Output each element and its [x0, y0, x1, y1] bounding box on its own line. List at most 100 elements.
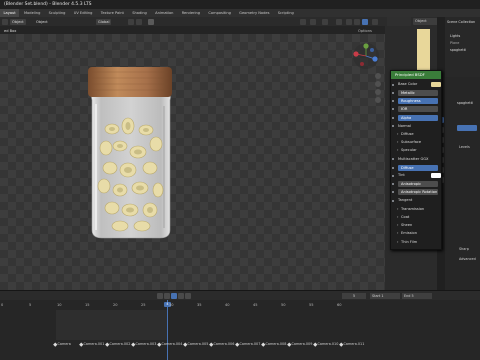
chevron-right-icon: › [397, 148, 399, 153]
shader-row-tangent-14[interactable]: Tangent [392, 197, 441, 204]
shader-row-transmission-15[interactable]: › Transmission [395, 206, 441, 213]
tab-animation[interactable]: Animation [152, 9, 177, 17]
shader-row-normal-5[interactable]: Normal [392, 123, 441, 130]
timeline-marker[interactable]: Camera.008 [262, 342, 287, 346]
next-keyframe-icon[interactable] [178, 293, 184, 299]
socket-icon [392, 174, 394, 177]
shader-row-diffuse-6[interactable]: › Diffuse [395, 131, 441, 138]
timeline-marker[interactable]: Camera.007 [236, 342, 261, 346]
shader-row-alpha-4[interactable]: Alpha [392, 114, 441, 121]
socket-icon [392, 125, 394, 127]
shader-row-label: Alpha [398, 114, 438, 121]
timeline-marker[interactable]: Camera.009 [288, 342, 313, 346]
frame-range-region [56, 310, 168, 340]
tab-rendering[interactable]: Rendering [178, 9, 203, 17]
timeline-marker[interactable]: Camera.011 [340, 342, 365, 346]
chevron-right-icon: › [397, 231, 399, 236]
visibility-icon[interactable] [300, 18, 306, 25]
editor-type-icon[interactable] [2, 18, 8, 25]
mode-select[interactable]: Object [10, 18, 26, 25]
timeline-editor[interactable]: 4 [0, 300, 480, 360]
overlay-toggle-icon[interactable] [322, 18, 328, 25]
outliner-item-lights[interactable]: Lights [450, 34, 460, 40]
start-label: Start [372, 294, 381, 298]
outliner-item-spaghetti[interactable]: spaghetti [450, 48, 466, 54]
shader-row-coat-16[interactable]: › Coat [395, 214, 441, 221]
shader-row-subsurface-7[interactable]: › Subsurface [395, 139, 441, 146]
xray-toggle-icon[interactable] [336, 18, 342, 25]
tab-texture-paint[interactable]: Texture Paint [97, 9, 127, 17]
chevron-right-icon: › [397, 223, 399, 228]
jump-start-icon[interactable] [157, 293, 163, 299]
viewport-3d[interactable] [0, 34, 385, 290]
tab-compositing[interactable]: Compositing [205, 9, 235, 17]
shader-row-label: Anisotropic [398, 181, 438, 188]
tab-shading[interactable]: Shading [129, 9, 151, 17]
play-icon[interactable] [171, 293, 177, 299]
timeline-marker[interactable]: Camera.006 [210, 342, 235, 346]
ruler-tick-label: 25 [141, 303, 146, 307]
transform-orientation-select[interactable]: Global [96, 18, 112, 25]
subheader-label: ed Box [4, 28, 17, 33]
socket-icon [392, 158, 394, 161]
timeline-marker[interactable]: Camera.010 [314, 342, 339, 346]
shader-row-label: Tint [398, 173, 405, 178]
snap-icon[interactable] [128, 18, 134, 25]
shader-row-emission-18[interactable]: › Emission [395, 230, 441, 237]
prev-keyframe-icon[interactable] [164, 293, 170, 299]
shader-row-tint-11[interactable]: Tint [392, 172, 441, 179]
timeline-marker[interactable]: Camera [54, 342, 71, 346]
end-frame-field[interactable]: End 5 [402, 293, 432, 299]
shader-row-anisotropic-12[interactable]: Anisotropic [392, 181, 441, 188]
outliner-item-scene[interactable]: Scene Collection [447, 20, 475, 26]
shader-row-label: Sheen [401, 223, 413, 228]
shading-material-icon[interactable] [354, 18, 360, 25]
shader-row-diffuse-10[interactable]: Diffuse [392, 164, 441, 171]
shader-row-thin-film-19[interactable]: › Thin Film [395, 239, 441, 246]
modifier-subdiv-toggle[interactable] [457, 125, 477, 131]
window-title: (Blender Set.blend) - Blender 4.5.3 LTS [4, 2, 92, 7]
tab-geometry-nodes[interactable]: Geometry Nodes [236, 9, 273, 17]
shader-row-multiscatter-ggx-9[interactable]: Multiscatter GGX [392, 156, 441, 163]
tab-modeling[interactable]: Modeling [21, 9, 44, 17]
shader-row-specular-8[interactable]: › Specular [395, 147, 441, 154]
timeline-marker[interactable]: Camera.002 [106, 342, 131, 346]
pause-render-icon[interactable] [372, 18, 378, 25]
advanced-label[interactable]: Advanced [459, 257, 476, 261]
tab-scripting[interactable]: Scripting [274, 9, 297, 17]
chevron-right-icon: › [397, 131, 399, 136]
shader-row-metallic-1[interactable]: Metallic [392, 89, 441, 96]
shader-row-base-color-0[interactable]: Base Color [392, 81, 441, 88]
gizmo-toggle-icon[interactable] [310, 18, 316, 25]
outliner: Scene Collection Lights Plane spaghetti [445, 17, 480, 77]
timeline-marker[interactable]: Camera.004 [158, 342, 183, 346]
shader-row-anisotropic-rotation-13[interactable]: Anisotropic Rotation [392, 189, 441, 196]
menu-object[interactable]: Object [34, 19, 50, 25]
end-label: End [404, 294, 411, 298]
transform-pivot-icon[interactable] [148, 18, 154, 25]
outliner-item-plane[interactable]: Plane [450, 41, 459, 47]
color-swatch[interactable] [431, 82, 441, 87]
window-title-bar: (Blender Set.blend) - Blender 4.5.3 LTS [0, 0, 480, 9]
start-frame-field[interactable]: Start 1 [370, 293, 400, 299]
timeline-marker[interactable]: Camera.001 [80, 342, 105, 346]
jump-end-icon[interactable] [185, 293, 191, 299]
shader-row-sheen-17[interactable]: › Sheen [395, 222, 441, 229]
shader-row-label: Subsurface [401, 140, 422, 145]
current-frame-field[interactable]: 5 [342, 293, 366, 299]
jar-lid [88, 67, 172, 97]
socket-icon [392, 183, 394, 186]
color-swatch[interactable] [431, 173, 441, 179]
ruler-tick-label: 45 [253, 303, 258, 307]
tab-sculpting[interactable]: Sculpting [45, 9, 69, 17]
options-menu[interactable]: Options [356, 28, 374, 34]
tab-uv-editing[interactable]: UV Editing [70, 9, 96, 17]
shader-row-ior-3[interactable]: IOR [392, 106, 441, 113]
shading-rendered-icon[interactable] [362, 18, 368, 25]
tab-layout[interactable]: Layout [0, 9, 20, 17]
shader-row-roughness-2[interactable]: Roughness [392, 98, 441, 105]
timeline-marker[interactable]: Camera.005 [184, 342, 209, 346]
proportional-edit-icon[interactable] [136, 18, 142, 25]
shading-solid-icon[interactable] [346, 18, 352, 25]
timeline-marker[interactable]: Camera.003 [132, 342, 157, 346]
